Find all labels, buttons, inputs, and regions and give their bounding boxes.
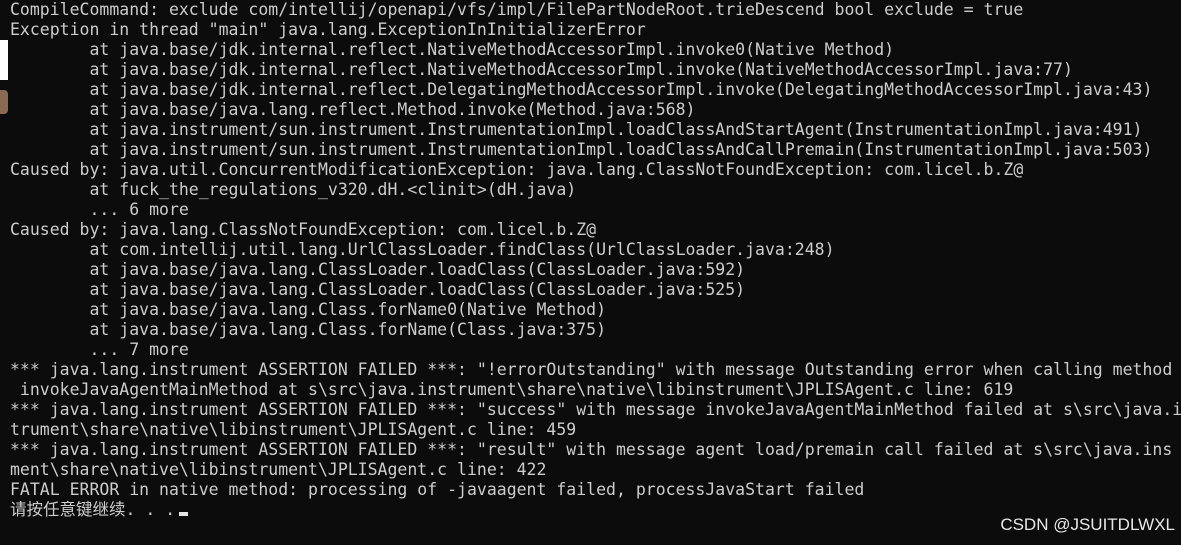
- console-line: at java.base/jdk.internal.reflect.Delega…: [10, 80, 1153, 99]
- watermark: CSDN @JSUITDLWXL: [1000, 515, 1175, 534]
- console-line: *** java.lang.instrument ASSERTION FAILE…: [10, 360, 1173, 379]
- console-line: at fuck_the_regulations_v320.dH.<clinit>…: [10, 180, 577, 199]
- console-line: ... 6 more: [10, 200, 189, 219]
- console-line: trument\share\native\libinstrument\JPLIS…: [10, 420, 577, 439]
- console-line: at java.base/java.lang.Class.forName(Cla…: [10, 320, 607, 339]
- console-line: at java.instrument/sun.instrument.Instru…: [10, 120, 1143, 139]
- console-line: at com.intellij.util.lang.UrlClassLoader…: [10, 240, 835, 259]
- console-line: Caused by: java.util.ConcurrentModificat…: [10, 160, 1024, 179]
- console-line: *** java.lang.instrument ASSERTION FAILE…: [10, 400, 1181, 419]
- console-line: at java.instrument/sun.instrument.Instru…: [10, 140, 1153, 159]
- console-line: at java.base/java.lang.ClassLoader.loadC…: [10, 260, 746, 279]
- console-line: ... 7 more: [10, 340, 189, 359]
- console-line: at java.base/java.lang.reflect.Method.in…: [10, 100, 696, 119]
- prompt-text: 请按任意键继续. . .: [10, 500, 176, 519]
- console-window[interactable]: CompileCommand: exclude com/intellij/ope…: [0, 0, 1181, 545]
- console-line: ment\share\native\libinstrument\JPLISAge…: [10, 460, 547, 479]
- console-line: at java.base/java.lang.ClassLoader.loadC…: [10, 280, 746, 299]
- console-line: Exception in thread "main" java.lang.Exc…: [10, 20, 646, 39]
- console-line: at java.base/jdk.internal.reflect.Native…: [10, 40, 895, 59]
- avatar: [0, 90, 8, 114]
- text-cursor: [179, 512, 189, 516]
- console-output: CompileCommand: exclude com/intellij/ope…: [10, 0, 1181, 520]
- window-edge-strip: [0, 40, 8, 80]
- console-line: at java.base/java.lang.Class.forName0(Na…: [10, 300, 607, 319]
- console-line: CompileCommand: exclude com/intellij/ope…: [10, 0, 1024, 19]
- console-line: at java.base/jdk.internal.reflect.Native…: [10, 60, 1073, 79]
- console-line: FATAL ERROR in native method: processing…: [10, 480, 865, 499]
- console-line: *** java.lang.instrument ASSERTION FAILE…: [10, 440, 1173, 459]
- console-line: invokeJavaAgentMainMethod at s\src\java.…: [10, 380, 1014, 399]
- console-line: Caused by: java.lang.ClassNotFoundExcept…: [10, 220, 597, 239]
